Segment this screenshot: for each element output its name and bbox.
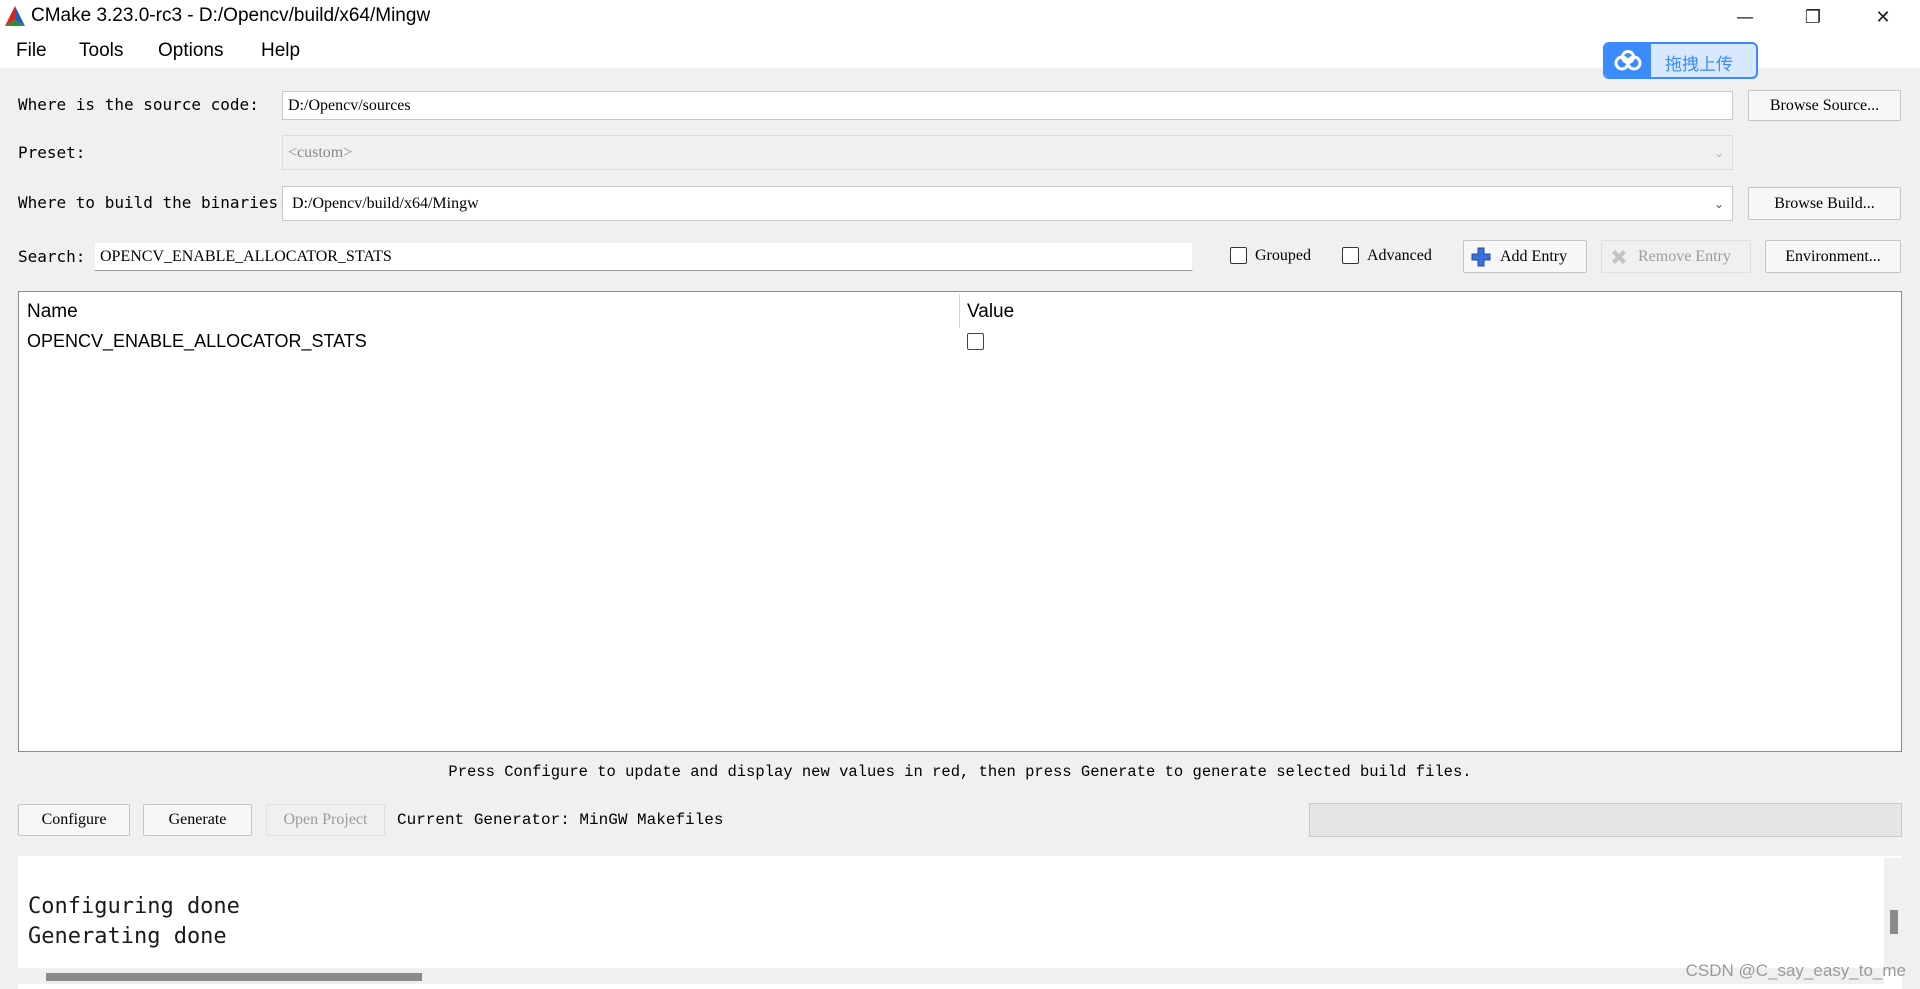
- source-path-value: D:/Opencv/sources: [288, 96, 411, 114]
- source-path-input[interactable]: D:/Opencv/sources: [282, 91, 1733, 120]
- search-input[interactable]: OPENCV_ENABLE_ALLOCATOR_STATS: [94, 242, 1193, 271]
- column-divider: [959, 294, 960, 328]
- remove-entry-label: Remove Entry: [1638, 247, 1731, 265]
- build-label: Where to build the binaries:: [18, 193, 288, 212]
- browse-source-button[interactable]: Browse Source...: [1748, 90, 1901, 121]
- chevron-down-icon: ⌄: [1713, 145, 1724, 160]
- configure-button[interactable]: Configure: [18, 804, 130, 836]
- add-icon: [1471, 247, 1491, 266]
- preset-select[interactable]: <custom> ⌄: [282, 135, 1733, 170]
- vertical-scrollbar-thumb[interactable]: [1890, 910, 1898, 934]
- browse-build-button[interactable]: Browse Build...: [1748, 187, 1901, 220]
- column-header-name[interactable]: Name: [27, 301, 78, 323]
- progress-bar: [1309, 803, 1902, 837]
- minimize-icon: —: [1736, 6, 1754, 28]
- log-line: Generating done: [28, 924, 227, 949]
- minimize-button[interactable]: —: [1717, 0, 1773, 34]
- preset-value: <custom>: [288, 143, 353, 161]
- grouped-label: Grouped: [1255, 247, 1311, 264]
- window-title: CMake 3.23.0-rc3 - D:/Opencv/build/x64/M…: [31, 5, 431, 26]
- grouped-checkbox[interactable]: [1230, 247, 1247, 264]
- cmake-logo-icon: [5, 6, 25, 26]
- chevron-down-icon[interactable]: ⌄: [1714, 197, 1724, 211]
- remove-icon: [1612, 249, 1626, 264]
- close-button[interactable]: ✕: [1855, 0, 1911, 34]
- log-line: Configuring done: [28, 894, 240, 919]
- build-path-value: D:/Opencv/build/x64/Mingw: [292, 194, 479, 212]
- open-project-button[interactable]: Open Project: [266, 804, 385, 836]
- horizontal-scrollbar-thumb[interactable]: [46, 973, 422, 981]
- menu-help[interactable]: Help: [261, 40, 300, 62]
- upload-widget-label: 拖拽上传: [1665, 55, 1733, 75]
- configure-hint: Press Configure to update and display ne…: [448, 763, 1472, 781]
- menu-tools[interactable]: Tools: [79, 40, 123, 62]
- table-row-name[interactable]: OPENCV_ENABLE_ALLOCATOR_STATS: [27, 331, 367, 352]
- close-icon: ✕: [1875, 6, 1891, 28]
- restore-icon: ❐: [1804, 6, 1822, 28]
- current-generator-text: Current Generator: MinGW Makefiles: [397, 811, 724, 829]
- watermark: CSDN @C_say_easy_to_me: [1685, 961, 1906, 980]
- search-label: Search:: [18, 247, 86, 266]
- horizontal-scrollbar[interactable]: [18, 968, 1884, 984]
- output-log[interactable]: Configuring done Generating done: [18, 856, 1902, 989]
- add-entry-label: Add Entry: [1500, 247, 1568, 265]
- restore-button[interactable]: ❐: [1785, 0, 1841, 34]
- advanced-label: Advanced: [1367, 247, 1432, 264]
- menu-options[interactable]: Options: [158, 40, 223, 62]
- vertical-scrollbar[interactable]: [1884, 858, 1902, 970]
- table-row-value-checkbox[interactable]: [967, 333, 984, 350]
- preset-label: Preset:: [18, 143, 86, 162]
- advanced-checkbox[interactable]: [1342, 247, 1359, 264]
- remove-entry-button[interactable]: Remove Entry: [1601, 240, 1751, 273]
- column-header-value[interactable]: Value: [967, 301, 1014, 323]
- environment-button[interactable]: Environment...: [1765, 240, 1901, 273]
- cloud-upload-icon: [1605, 44, 1651, 77]
- source-label: Where is the source code:: [18, 95, 259, 114]
- cache-table[interactable]: Name Value OPENCV_ENABLE_ALLOCATOR_STATS: [18, 291, 1902, 752]
- drag-upload-widget[interactable]: 拖拽上传: [1603, 42, 1758, 79]
- build-path-combo[interactable]: D:/Opencv/build/x64/Mingw ⌄: [282, 186, 1733, 221]
- add-entry-button[interactable]: Add Entry: [1463, 240, 1587, 273]
- menu-file[interactable]: File: [16, 40, 47, 62]
- generate-button[interactable]: Generate: [143, 804, 252, 836]
- search-value: OPENCV_ENABLE_ALLOCATOR_STATS: [100, 247, 392, 265]
